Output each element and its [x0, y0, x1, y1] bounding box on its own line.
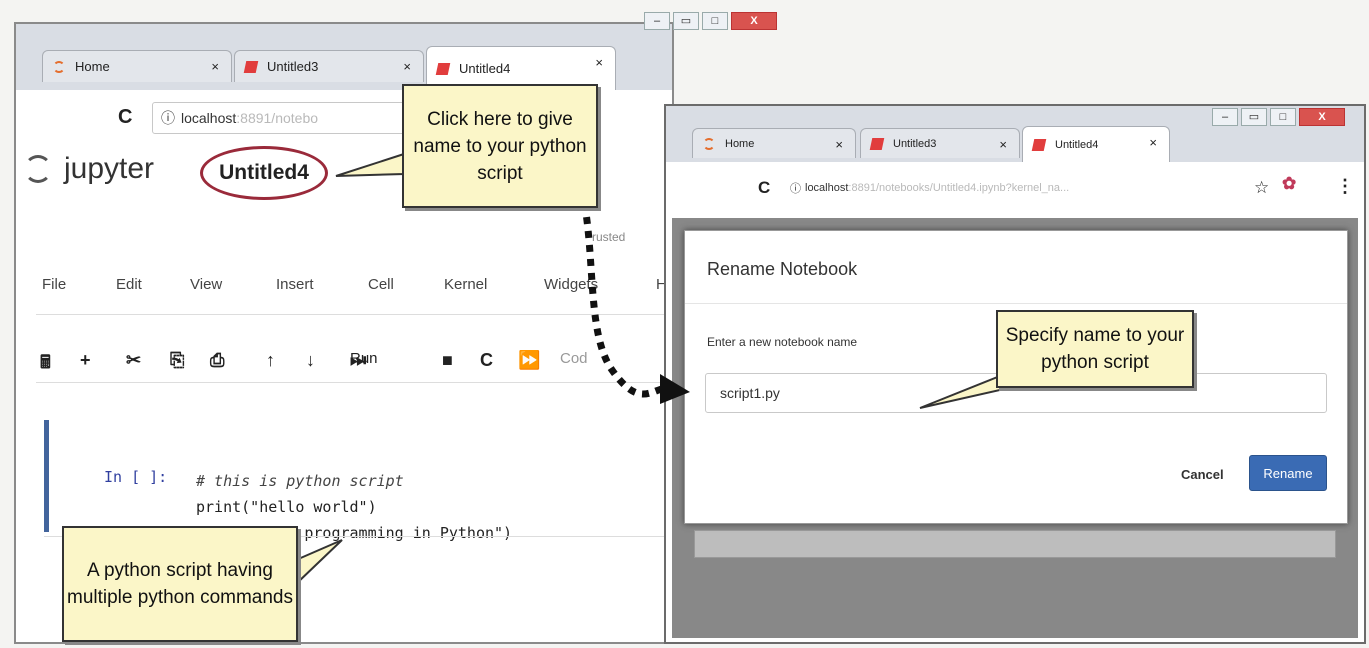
callout-rename-hint: Click here to give name to your python s… [402, 84, 598, 208]
callout-pointer [335, 152, 405, 177]
callout-script-hint: A python script having multiple python c… [62, 526, 298, 642]
callout-pointer [919, 374, 1001, 409]
callout-pointer [295, 539, 343, 587]
callout-specify-hint: Specify name to your python script [996, 310, 1194, 388]
arrow-head-icon [660, 374, 690, 404]
dotted-arrow [574, 174, 669, 398]
